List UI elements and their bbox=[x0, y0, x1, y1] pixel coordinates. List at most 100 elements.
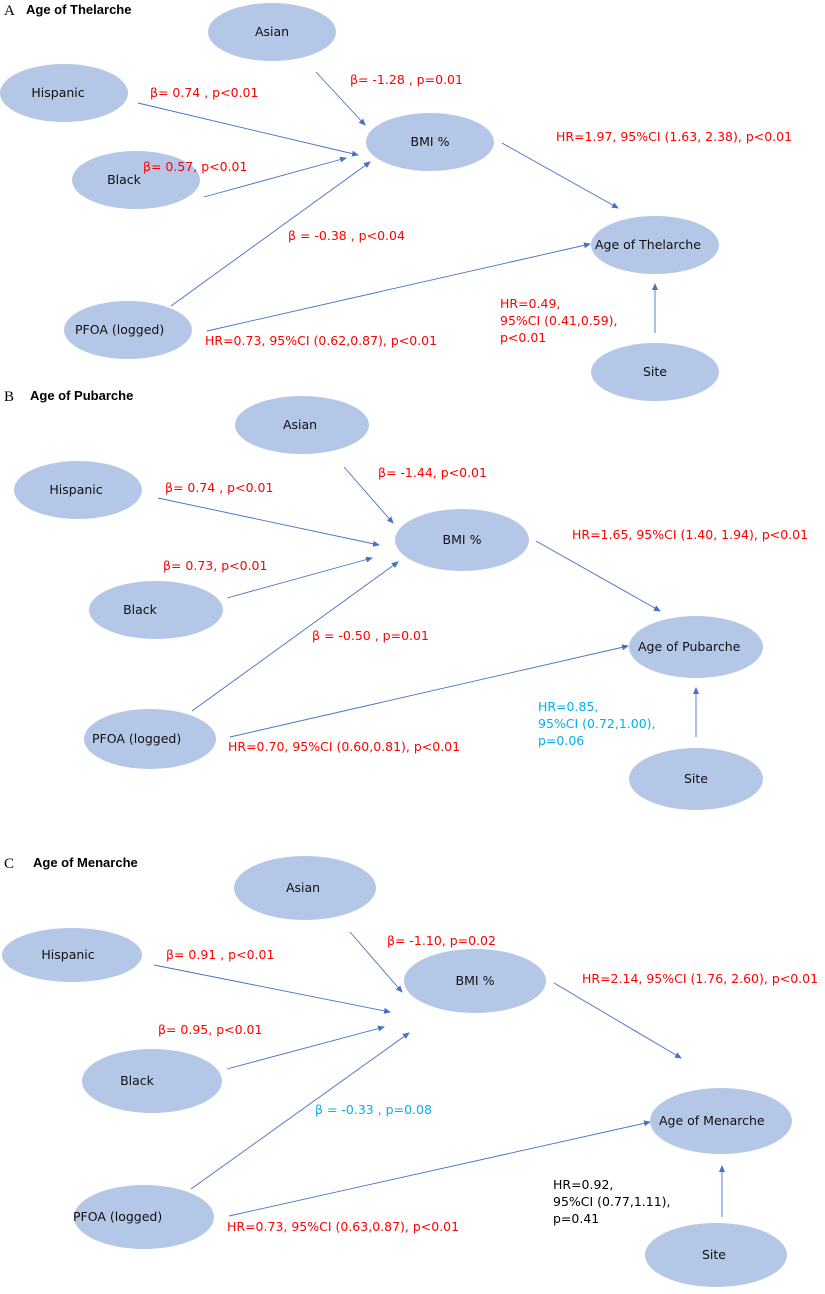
edge-label-line: 95%CI (0.41,0.59), bbox=[500, 313, 618, 328]
edge-label-line: 95%CI (0.77,1.11), bbox=[553, 1194, 671, 1209]
edge-label-pfoa-to-bmi: β = -0.38 , p<0.04 bbox=[288, 228, 405, 243]
node-pfoa: PFOA (logged) bbox=[64, 301, 192, 359]
node-asian: Asian bbox=[235, 396, 369, 454]
node-hispanic: Hispanic bbox=[0, 64, 128, 122]
node-label: Asian bbox=[283, 417, 317, 432]
edge-arrow-hispanic-to-bmi bbox=[153, 964, 391, 1014]
node-label: Site bbox=[702, 1247, 726, 1262]
panel-letter: A bbox=[4, 3, 15, 19]
edge-label-pfoa-to-bmi: β = -0.50 , p=0.01 bbox=[312, 628, 429, 643]
edge-label-site-to-outcome: HR=0.85, 95%CI (0.72,1.00), p=0.06 bbox=[538, 699, 656, 748]
node-label: Age of Menarche bbox=[659, 1113, 765, 1128]
path-diagram-figure: A Age of Thelarche Asian Hispanic Black PFOA … bbox=[0, 2, 818, 1287]
edge-label-line: β= 0.74 , p<0.01 bbox=[165, 480, 273, 495]
node-bmi: BMI % bbox=[366, 113, 494, 171]
panel-letter: B bbox=[4, 389, 14, 405]
edge-label-site-to-outcome: HR=0.92, 95%CI (0.77,1.11), p=0.41 bbox=[553, 1177, 671, 1226]
edge-label-line: β= 0.74 , p<0.01 bbox=[150, 85, 258, 100]
node-label: Hispanic bbox=[41, 947, 94, 962]
node-label: Black bbox=[123, 602, 158, 617]
panel-title: Age of Thelarche bbox=[26, 2, 131, 17]
edge-label-line: 95%CI (0.72,1.00), bbox=[538, 716, 656, 731]
node-site: Site bbox=[629, 748, 763, 810]
edge-label-line: β = -0.33 , p=0.08 bbox=[315, 1102, 432, 1117]
node-label: Age of Pubarche bbox=[638, 639, 741, 654]
edge-label-line: β= 0.57, p<0.01 bbox=[143, 159, 247, 174]
node-pfoa: PFOA (logged) bbox=[73, 1185, 214, 1249]
edge-label-asian-to-bmi: β= -1.44, p<0.01 bbox=[378, 465, 487, 480]
node-label: BMI % bbox=[456, 973, 495, 988]
edge-label-line: β= 0.95, p<0.01 bbox=[158, 1022, 262, 1037]
edge-arrow-bmi-to-outcome bbox=[553, 982, 682, 1059]
edge-label-pfoa-to-outcome: HR=0.70, 95%CI (0.60,0.81), p<0.01 bbox=[228, 739, 460, 754]
node-bmi: BMI % bbox=[404, 949, 546, 1013]
edge-label-line: β= 0.73, p<0.01 bbox=[163, 558, 267, 573]
edge-label-line: HR=0.49, bbox=[500, 296, 560, 311]
edge-label-pfoa-to-outcome: HR=0.73, 95%CI (0.62,0.87), p<0.01 bbox=[205, 333, 437, 348]
edge-label-line: p<0.01 bbox=[500, 330, 546, 345]
edge-label-line: HR=0.92, bbox=[553, 1177, 613, 1192]
edge-label-line: β= -1.44, p<0.01 bbox=[378, 465, 487, 480]
panel-a: A Age of Thelarche Asian Hispanic Black PFOA … bbox=[0, 2, 792, 401]
edge-label-line: p=0.06 bbox=[538, 733, 584, 748]
panel-letter: C bbox=[4, 856, 14, 872]
edge-label-site-to-outcome: HR=0.49, 95%CI (0.41,0.59), p<0.01 bbox=[500, 296, 618, 345]
edge-label-bmi-to-outcome: HR=1.97, 95%CI (1.63, 2.38), p<0.01 bbox=[556, 129, 792, 144]
panel-b: B Age of Pubarche Asian Hispanic Black PFOA (… bbox=[4, 388, 808, 810]
edge-label-black-to-bmi: β= 0.57, p<0.01 bbox=[143, 159, 247, 174]
node-outcome: Age of Thelarche bbox=[591, 216, 719, 274]
node-label: PFOA (logged) bbox=[92, 731, 181, 746]
edge-label-hispanic-to-bmi: β= 0.91 , p<0.01 bbox=[166, 947, 274, 962]
panel-c: C Age of Menarche Asian Hispanic Black PFOA (… bbox=[2, 855, 818, 1287]
edge-label-line: β = -0.38 , p<0.04 bbox=[288, 228, 405, 243]
edge-label-line: β= 0.91 , p<0.01 bbox=[166, 947, 274, 962]
edge-label-black-to-bmi: β= 0.73, p<0.01 bbox=[163, 558, 267, 573]
node-label: PFOA (logged) bbox=[75, 322, 164, 337]
edge-label-line: β= -1.10, p=0.02 bbox=[387, 933, 496, 948]
node-label: Site bbox=[684, 771, 708, 786]
node-label: Black bbox=[107, 172, 142, 187]
edge-arrow-hispanic-to-bmi bbox=[157, 497, 380, 547]
node-black: Black bbox=[89, 581, 223, 639]
node-pfoa: PFOA (logged) bbox=[84, 709, 216, 769]
node-hispanic: Hispanic bbox=[14, 461, 142, 519]
edge-arrow-bmi-to-outcome bbox=[501, 142, 619, 209]
edge-label-line: HR=0.85, bbox=[538, 699, 598, 714]
node-label: Age of Thelarche bbox=[595, 237, 701, 252]
node-asian: Asian bbox=[234, 856, 376, 920]
edge-label-asian-to-bmi: β= -1.10, p=0.02 bbox=[387, 933, 496, 948]
edge-label-bmi-to-outcome: HR=1.65, 95%CI (1.40, 1.94), p<0.01 bbox=[572, 527, 808, 542]
node-label: Hispanic bbox=[31, 85, 84, 100]
edge-label-hispanic-to-bmi: β= 0.74 , p<0.01 bbox=[150, 85, 258, 100]
node-label: BMI % bbox=[443, 532, 482, 547]
node-label: PFOA (logged) bbox=[73, 1209, 162, 1224]
edge-label-hispanic-to-bmi: β= 0.74 , p<0.01 bbox=[165, 480, 273, 495]
node-label: Site bbox=[643, 364, 667, 379]
node-site: Site bbox=[645, 1223, 787, 1287]
panel-title: Age of Menarche bbox=[33, 855, 138, 870]
edge-label-line: HR=0.70, 95%CI (0.60,0.81), p<0.01 bbox=[228, 739, 460, 754]
edge-arrow-bmi-to-outcome bbox=[535, 540, 661, 612]
edge-label-line: HR=2.14, 95%CI (1.76, 2.60), p<0.01 bbox=[582, 971, 818, 986]
node-outcome: Age of Menarche bbox=[650, 1088, 792, 1154]
node-site: Site bbox=[591, 343, 719, 401]
edge-label-asian-to-bmi: β= -1.28 , p=0.01 bbox=[350, 72, 463, 87]
edge-label-pfoa-to-bmi: β = -0.33 , p=0.08 bbox=[315, 1102, 432, 1117]
edge-label-line: HR=1.65, 95%CI (1.40, 1.94), p<0.01 bbox=[572, 527, 808, 542]
node-label: Asian bbox=[255, 24, 289, 39]
node-asian: Asian bbox=[208, 3, 336, 61]
edge-label-bmi-to-outcome: HR=2.14, 95%CI (1.76, 2.60), p<0.01 bbox=[582, 971, 818, 986]
edge-label-line: HR=1.97, 95%CI (1.63, 2.38), p<0.01 bbox=[556, 129, 792, 144]
node-outcome: Age of Pubarche bbox=[629, 616, 763, 678]
edge-label-line: HR=0.73, 95%CI (0.63,0.87), p<0.01 bbox=[227, 1219, 459, 1234]
node-label: Black bbox=[120, 1073, 155, 1088]
edge-label-line: β = -0.50 , p=0.01 bbox=[312, 628, 429, 643]
edge-arrow-hispanic-to-bmi bbox=[137, 102, 359, 157]
edge-label-line: p=0.41 bbox=[553, 1211, 599, 1226]
edge-label-line: β= -1.28 , p=0.01 bbox=[350, 72, 463, 87]
edge-label-pfoa-to-outcome: HR=0.73, 95%CI (0.63,0.87), p<0.01 bbox=[227, 1219, 459, 1234]
node-hispanic: Hispanic bbox=[2, 928, 142, 982]
edge-label-black-to-bmi: β= 0.95, p<0.01 bbox=[158, 1022, 262, 1037]
node-label: BMI % bbox=[411, 134, 450, 149]
panel-title: Age of Pubarche bbox=[30, 388, 133, 403]
